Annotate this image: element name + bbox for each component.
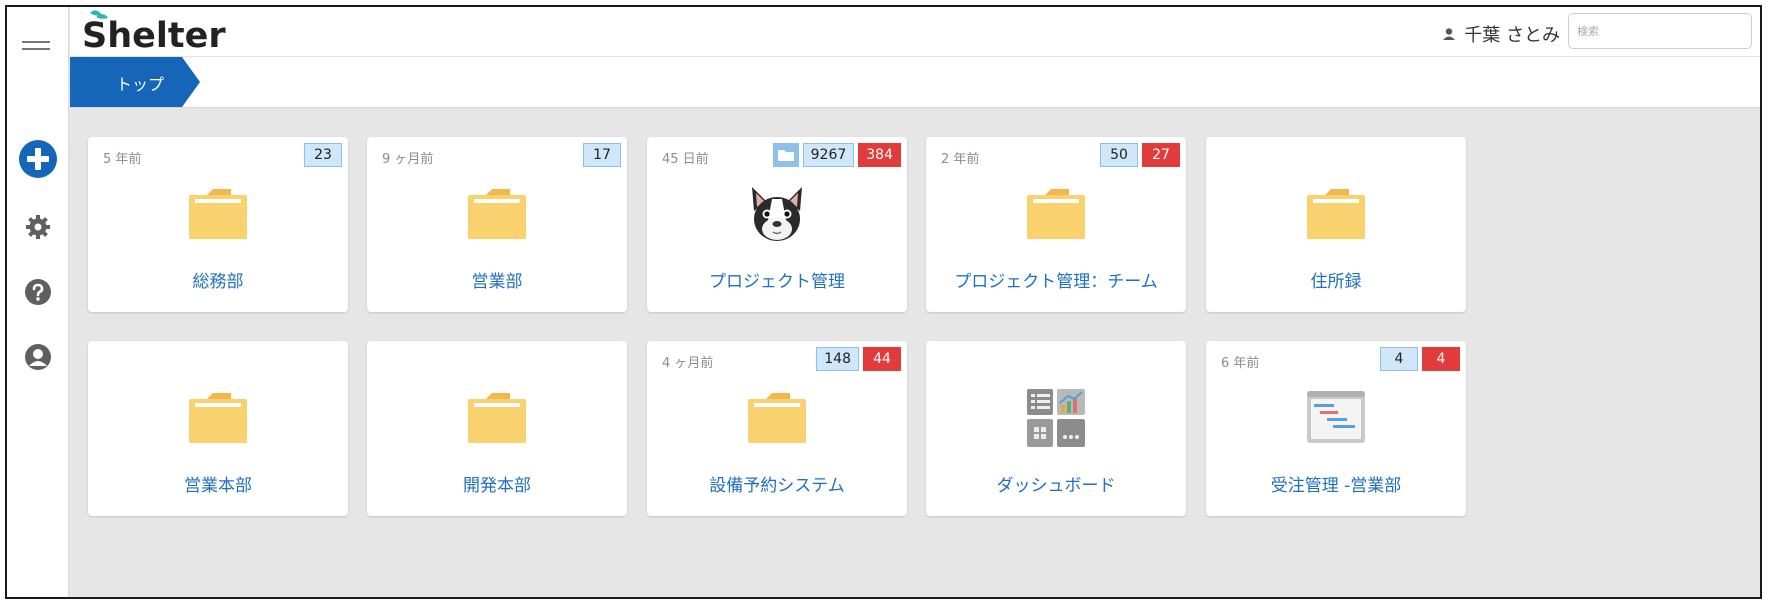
breadcrumb-top[interactable]: トップ	[70, 57, 200, 107]
folder-icon	[466, 387, 528, 449]
logo-text: Shelter	[82, 16, 226, 53]
card-label[interactable]: 住所録	[1206, 267, 1466, 292]
alert-badge[interactable]: 44	[863, 347, 901, 371]
app-card[interactable]: 45 日前 9267 384 プロジェクト管理	[647, 137, 907, 312]
search-input[interactable]	[1568, 13, 1752, 49]
card-badges: 44	[1380, 347, 1460, 371]
user-menu[interactable]: 千葉 さとみ	[1442, 21, 1560, 47]
card-updated-age: 4 ヶ月前	[662, 356, 714, 371]
gear-icon[interactable]	[18, 207, 58, 247]
app-window: Shelter 千葉 さとみ トップ 5 年前 23 総務部 9 ヶ月前 17	[5, 5, 1762, 599]
card-label[interactable]: プロジェクト管理：チーム	[926, 267, 1186, 292]
folder-icon	[187, 183, 249, 245]
help-icon[interactable]	[18, 272, 58, 312]
dog-icon	[744, 181, 810, 247]
folder-icon	[1305, 183, 1367, 245]
alert-badge[interactable]: 4	[1422, 347, 1460, 371]
count-badge[interactable]: 148	[816, 347, 859, 371]
add-icon[interactable]	[18, 139, 58, 179]
card-updated-age: 2 年前	[941, 152, 980, 167]
card-updated-age: 9 ヶ月前	[382, 152, 434, 167]
count-badge[interactable]: 23	[304, 143, 342, 167]
count-badge[interactable]: 50	[1100, 143, 1138, 167]
app-card[interactable]: 2 年前 50 27 プロジェクト管理：チーム	[926, 137, 1186, 312]
sidebar	[7, 7, 69, 597]
card-badges: 9267 384	[772, 143, 901, 167]
user-icon[interactable]	[18, 337, 58, 377]
card-badges: 148 44	[816, 347, 901, 371]
card-updated-age: 5 年前	[103, 152, 142, 167]
user-name: 千葉 さとみ	[1464, 25, 1560, 46]
folder-icon	[746, 387, 808, 449]
card-updated-age: 6 年前	[1221, 356, 1260, 371]
card-updated-age: 45 日前	[662, 152, 709, 167]
app-card[interactable]: ダッシュボード	[926, 341, 1186, 516]
card-label[interactable]: 総務部	[88, 267, 348, 292]
header: Shelter 千葉 さとみ	[70, 7, 1760, 57]
breadcrumb: トップ	[70, 57, 1760, 108]
menu-icon[interactable]	[22, 41, 50, 51]
folder-icon	[187, 387, 249, 449]
alert-badge[interactable]: 384	[858, 143, 901, 167]
card-badges: 17	[583, 143, 621, 167]
card-label[interactable]: 営業部	[367, 267, 627, 292]
card-label[interactable]: 設備予約システム	[647, 471, 907, 496]
breadcrumb-label: トップ	[116, 75, 165, 94]
folder-icon	[1025, 183, 1087, 245]
folder-icon	[466, 183, 528, 245]
person-icon	[1443, 28, 1456, 40]
app-card[interactable]: 住所録	[1206, 137, 1466, 312]
logo[interactable]: Shelter	[80, 9, 230, 53]
count-badge[interactable]: 9267	[802, 143, 855, 167]
app-card[interactable]: 6 年前 4 4 受注管理 -営業部	[1206, 341, 1466, 516]
card-badges: 23	[304, 143, 342, 167]
card-label[interactable]: プロジェクト管理	[647, 267, 907, 292]
card-badges: 50 27	[1100, 143, 1180, 167]
app-card[interactable]: 開発本部	[367, 341, 627, 516]
card-label[interactable]: 受注管理 -営業部	[1206, 471, 1466, 496]
count-badge[interactable]: 4	[1380, 347, 1418, 371]
gantt-icon	[1305, 387, 1367, 449]
app-card[interactable]: 営業本部	[88, 341, 348, 516]
app-card[interactable]: 4 ヶ月前 148 44 設備予約システム	[647, 341, 907, 516]
dashboard-icon	[1025, 387, 1087, 449]
app-card[interactable]: 9 ヶ月前 17 営業部	[367, 137, 627, 312]
folder-badge-icon[interactable]	[772, 143, 799, 167]
card-label[interactable]: 営業本部	[88, 471, 348, 496]
alert-badge[interactable]: 27	[1142, 143, 1180, 167]
card-label[interactable]: 開発本部	[367, 471, 627, 496]
app-card[interactable]: 5 年前 23 総務部	[88, 137, 348, 312]
card-label[interactable]: ダッシュボード	[926, 471, 1186, 496]
count-badge[interactable]: 17	[583, 143, 621, 167]
